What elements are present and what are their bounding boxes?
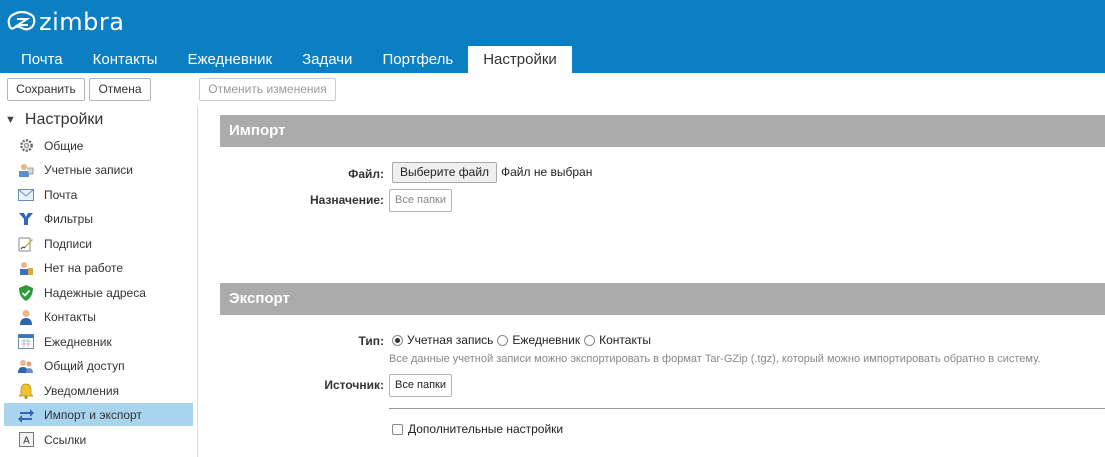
advanced-settings-label: Дополнительные настройки xyxy=(408,422,564,436)
radio-label: Ежедневник xyxy=(512,333,581,347)
tab-preferences[interactable]: Настройки xyxy=(468,46,572,73)
sidebar-item-label: Общие xyxy=(44,138,84,153)
sidebar-header[interactable]: ▼ Настройки xyxy=(5,111,103,129)
app-tabs: Почта Контакты Ежедневник Задачи Портфел… xyxy=(6,46,572,73)
sidebar-item-contacts[interactable]: Контакты xyxy=(4,305,193,328)
export-hint: Все данные учетной записи можно экспорти… xyxy=(389,353,1041,365)
shield-icon xyxy=(18,284,34,301)
sidebar-item-label: Подписи xyxy=(44,236,92,251)
gear-icon xyxy=(18,138,34,154)
export-type-group: Учетная запись Ежедневник Контакты xyxy=(392,333,655,347)
import-section-header: Импорт xyxy=(220,115,1105,147)
app-header: zimbra Почта Контакты Ежедневник Задачи … xyxy=(0,0,1105,73)
logo-text: zimbra xyxy=(39,8,125,36)
file-status: Файл не выбран xyxy=(501,165,593,179)
sidebar-item-label: Общий доступ xyxy=(44,358,125,373)
sidebar-item-calendar[interactable]: Ежедневник xyxy=(4,330,193,353)
svg-text:A: A xyxy=(23,436,30,447)
radio-account[interactable]: Учетная запись xyxy=(392,333,493,347)
zimbra-logo-icon xyxy=(7,10,36,31)
tab-tasks[interactable]: Задачи xyxy=(287,46,367,73)
sidebar-item-label: Надежные адреса xyxy=(44,285,146,300)
sidebar-item-sharing[interactable]: Общий доступ xyxy=(4,354,193,377)
zimbra-logo[interactable]: zimbra xyxy=(7,7,124,37)
radio-label: Учетная запись xyxy=(407,333,494,347)
sidebar: ▼ Настройки Общие Учетные записи Почта Ф… xyxy=(0,105,198,457)
radio-button[interactable] xyxy=(392,334,403,346)
sidebar-item-filters[interactable]: Фильтры xyxy=(4,207,193,230)
filter-icon xyxy=(18,211,34,227)
sidebar-item-label: Ссылки xyxy=(44,432,87,447)
radio-button[interactable] xyxy=(497,334,509,346)
destination-label: Назначение: xyxy=(309,193,384,207)
sidebar-item-label: Почта xyxy=(44,187,78,202)
sidebar-title: Настройки xyxy=(24,111,104,128)
sidebar-item-out-of-office[interactable]: Нет на работе xyxy=(4,256,193,279)
sidebar-item-import-export[interactable]: Импорт и экспорт xyxy=(4,403,193,426)
sidebar-item-label: Импорт и экспорт xyxy=(44,407,142,422)
sidebar-item-label: Фильтры xyxy=(44,211,93,226)
save-button[interactable]: Сохранить xyxy=(7,78,85,101)
tab-contacts[interactable]: Контакты xyxy=(78,46,173,73)
source-folder-button[interactable]: Все папки xyxy=(389,374,452,397)
sidebar-item-shortcuts[interactable]: A Ссылки xyxy=(4,428,193,451)
advanced-settings-checkbox[interactable] xyxy=(392,423,403,435)
source-label: Источник: xyxy=(324,378,384,392)
tab-calendar[interactable]: Ежедневник xyxy=(172,46,287,73)
sidebar-item-signatures[interactable]: Подписи xyxy=(4,232,193,255)
out-of-office-icon xyxy=(18,260,34,276)
sidebar-item-mail[interactable]: Почта xyxy=(4,183,193,206)
type-label: Тип: xyxy=(358,334,385,348)
sidebar-item-label: Учетные записи xyxy=(44,162,133,177)
bell-icon xyxy=(18,383,34,399)
radio-calendar[interactable]: Ежедневник xyxy=(497,333,580,347)
sidebar-item-label: Контакты xyxy=(44,309,96,324)
file-label: Файл: xyxy=(348,167,384,181)
advanced-settings-row[interactable]: Дополнительные настройки xyxy=(392,422,563,436)
sidebar-item-trusted-addresses[interactable]: Надежные адреса xyxy=(4,281,193,304)
sidebar-item-label: Нет на работе xyxy=(44,260,124,275)
sidebar-item-general[interactable]: Общие xyxy=(4,134,193,157)
sidebar-item-label: Уведомления xyxy=(44,383,120,398)
signature-icon xyxy=(18,236,34,252)
main-content: Импорт Файл: Выберите файл Файл не выбра… xyxy=(220,113,1105,457)
mail-icon xyxy=(18,187,34,203)
shortcuts-icon: A xyxy=(18,432,34,448)
divider xyxy=(389,408,1105,409)
export-section-header: Экспорт xyxy=(220,283,1105,315)
cancel-button[interactable]: Отмена xyxy=(89,78,151,101)
tab-briefcase[interactable]: Портфель xyxy=(367,46,468,73)
contact-icon xyxy=(18,309,34,325)
radio-contacts[interactable]: Контакты xyxy=(584,333,651,347)
radio-button[interactable] xyxy=(584,334,596,346)
revert-changes-button[interactable]: Отменить изменения xyxy=(199,78,336,101)
choose-file-button[interactable]: Выберите файл xyxy=(392,162,498,183)
collapse-triangle-icon[interactable]: ▼ xyxy=(5,114,16,126)
toolbar: Сохранить Отмена Отменить изменения xyxy=(0,73,1105,105)
import-export-icon xyxy=(18,407,34,423)
accounts-icon xyxy=(18,162,34,178)
sidebar-item-label: Ежедневник xyxy=(44,334,112,349)
tab-mail[interactable]: Почта xyxy=(6,46,78,73)
sidebar-item-accounts[interactable]: Учетные записи xyxy=(4,158,193,181)
sharing-icon xyxy=(18,358,34,374)
calendar-icon xyxy=(18,334,34,350)
radio-label: Контакты xyxy=(599,333,651,347)
destination-folder-button[interactable]: Все папки xyxy=(389,189,452,212)
sidebar-item-notifications[interactable]: Уведомления xyxy=(4,379,193,402)
